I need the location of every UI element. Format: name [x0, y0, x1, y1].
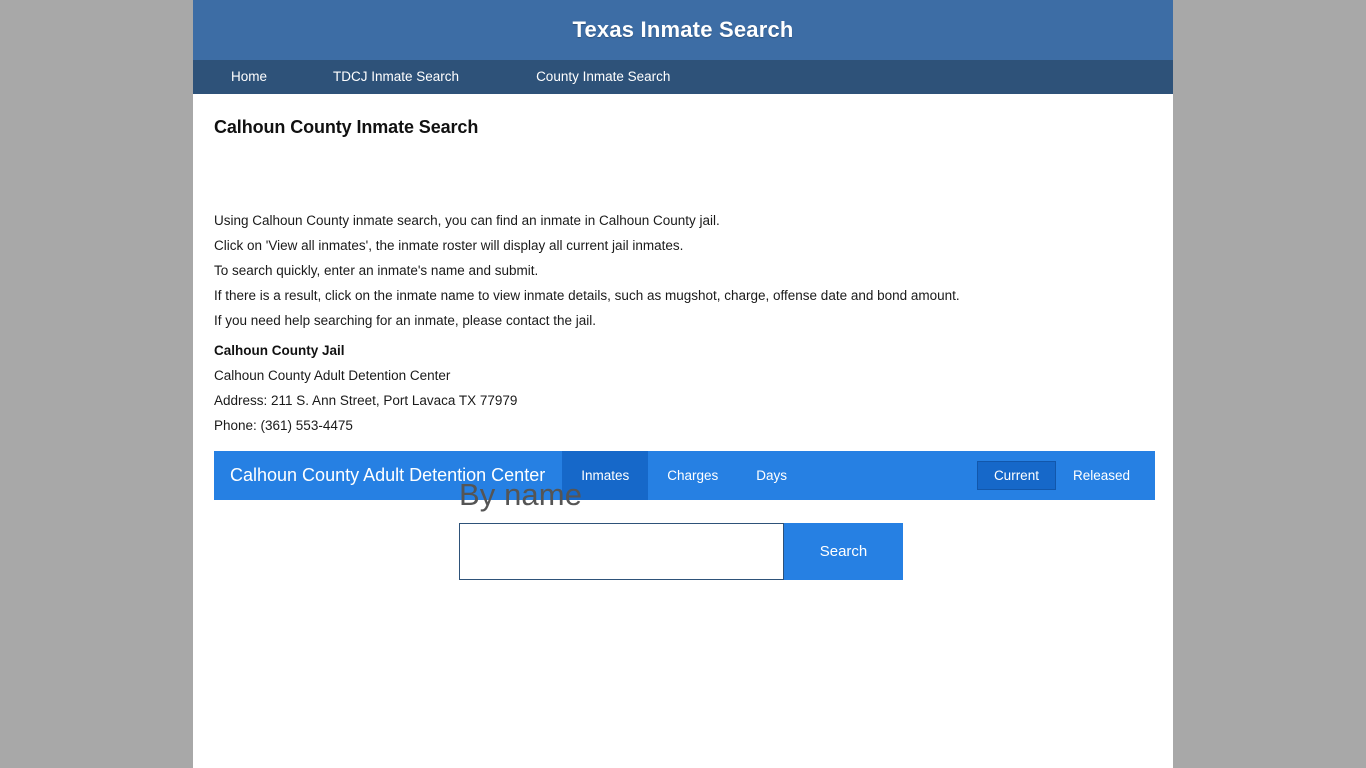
jail-phone: Phone: (361) 553-4475	[214, 418, 353, 433]
site-header: Texas Inmate Search	[193, 0, 1173, 60]
intro-line: If there is a result, click on the inmat…	[214, 288, 960, 303]
intro-line: To search quickly, enter an inmate's nam…	[214, 263, 539, 278]
search-input[interactable]	[459, 523, 784, 580]
page-container: Texas Inmate Search Home TDCJ Inmate Sea…	[193, 0, 1173, 768]
jail-facility: Calhoun County Adult Detention Center	[214, 368, 451, 383]
nav-item-tdcj-inmate-search[interactable]: TDCJ Inmate Search	[333, 60, 459, 94]
toolbar-filters: Current Released	[976, 451, 1155, 500]
intro-line: If you need help searching for an inmate…	[214, 313, 596, 328]
intro-text-block: Using Calhoun County inmate search, you …	[214, 208, 1152, 333]
main-content: Calhoun County Inmate Search Using Calho…	[193, 117, 1173, 500]
site-title: Texas Inmate Search	[572, 17, 794, 42]
filter-current[interactable]: Current	[976, 461, 1056, 490]
jail-info-block: Calhoun County Jail Calhoun County Adult…	[214, 338, 1152, 438]
jail-name: Calhoun County Jail	[214, 343, 345, 358]
search-button[interactable]: Search	[784, 523, 903, 580]
jail-address: Address: 211 S. Ann Street, Port Lavaca …	[214, 393, 518, 408]
search-heading: By name	[459, 477, 583, 512]
search-by-name-section: By name Search	[459, 479, 904, 580]
intro-line: Using Calhoun County inmate search, you …	[214, 213, 720, 228]
nav-item-home[interactable]: Home	[231, 60, 267, 94]
main-navigation: Home TDCJ Inmate Search County Inmate Se…	[193, 60, 1173, 94]
intro-line: Click on 'View all inmates', the inmate …	[214, 238, 684, 253]
search-row: Search	[459, 523, 904, 580]
nav-item-county-inmate-search[interactable]: County Inmate Search	[536, 60, 670, 94]
filter-released[interactable]: Released	[1056, 461, 1147, 490]
page-title: Calhoun County Inmate Search	[214, 117, 479, 137]
